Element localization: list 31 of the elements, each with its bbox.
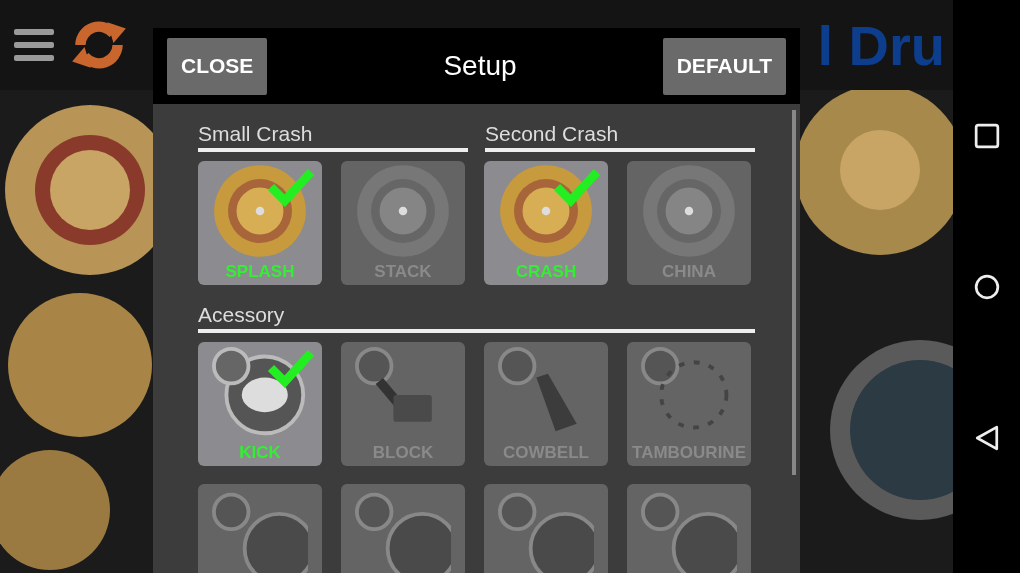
- instrument-tile[interactable]: [627, 484, 751, 573]
- close-button[interactable]: CLOSE: [167, 37, 268, 95]
- cymbal-icon: [212, 163, 308, 259]
- instrument-label: KICK: [239, 443, 281, 463]
- scrollbar[interactable]: [792, 110, 796, 475]
- dialog-title: Setup: [443, 50, 517, 82]
- back-icon[interactable]: [973, 424, 1000, 451]
- cymbal-icon: [355, 163, 451, 259]
- cymbal-icon: [641, 163, 737, 259]
- drum-drawing[interactable]: [830, 340, 953, 520]
- app-logo-text: l Dru: [817, 12, 945, 78]
- instrument-tile[interactable]: CRASH: [484, 161, 608, 285]
- checkmark-icon: [266, 348, 316, 388]
- section-header: Small Crash: [198, 122, 468, 152]
- default-button[interactable]: DEFAULT: [662, 37, 786, 95]
- section-header: Second Crash: [485, 122, 755, 152]
- cymbal-drawing[interactable]: [8, 293, 152, 437]
- instrument-tile[interactable]: [341, 484, 465, 573]
- instrument-label: CRASH: [515, 262, 577, 282]
- instrument-label: SPLASH: [225, 262, 295, 282]
- cymbal-drawing[interactable]: [0, 450, 110, 570]
- recent-apps-icon[interactable]: [973, 122, 1000, 149]
- home-icon[interactable]: [973, 273, 1000, 300]
- instrument-tile[interactable]: [198, 484, 322, 573]
- instrument-tile[interactable]: KICK: [198, 342, 322, 466]
- cymbal-icon: [498, 163, 594, 259]
- checkmark-icon: [552, 167, 602, 207]
- checkmark-icon: [266, 167, 316, 207]
- instrument-tile[interactable]: SPLASH: [198, 161, 322, 285]
- section-header: Acessory: [198, 303, 755, 333]
- instrument-tile[interactable]: [484, 484, 608, 573]
